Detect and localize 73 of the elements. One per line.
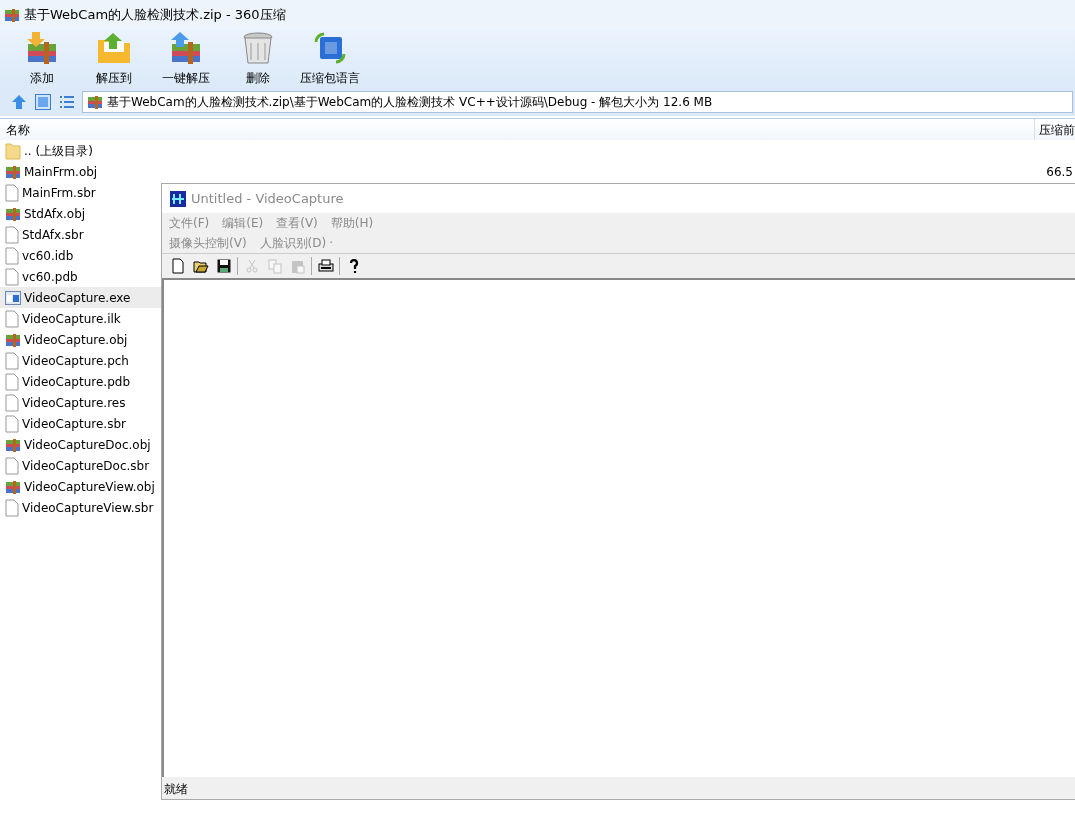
archive-icon (4, 7, 20, 23)
file-row[interactable]: VideoCapture.exe (0, 287, 161, 308)
file-row[interactable]: VideoCapture.pch (0, 350, 161, 371)
file-row[interactable]: VideoCapture.pdb (0, 371, 161, 392)
column-header[interactable]: 压缩前 (1034, 119, 1075, 140)
file-icon (5, 372, 19, 391)
address-field[interactable]: 基于WebCam的人脸检测技术.zip\基于WebCam的人脸检测技术 VC++设计源码\Debug - 解包大小为 12.6 MB (82, 91, 1073, 113)
file-icon (5, 183, 19, 202)
archive-icon (5, 163, 21, 180)
file-row[interactable]: VideoCaptureDoc.sbr (0, 455, 161, 476)
file-name: VideoCapture.obj (24, 331, 128, 349)
file-name: VideoCapture.pch (22, 352, 129, 370)
app-icon (170, 190, 186, 207)
file-row[interactable]: StdAfx.obj (0, 203, 161, 224)
file-name: VideoCapture.pdb (22, 373, 130, 391)
file-icon (5, 267, 19, 286)
toolbar-button[interactable]: 删除 (222, 30, 294, 87)
file-name: VideoCaptureView.obj (24, 478, 155, 496)
file-row[interactable]: VideoCaptureView.sbr (0, 497, 161, 518)
file-row[interactable]: MainFrm.sbr (0, 182, 161, 203)
file-size: 66.5 (1046, 163, 1074, 181)
toolbar-button[interactable]: 一键解压 (150, 30, 222, 87)
file-icon (5, 414, 19, 433)
archive-icon (5, 331, 21, 348)
file-row[interactable]: VideoCapture.res (0, 392, 161, 413)
file-name: vc60.idb (22, 247, 74, 265)
file-name: .. (上级目录) (24, 142, 93, 160)
folder-up-arrow-icon (96, 30, 132, 66)
file-name: StdAfx.obj (24, 205, 86, 223)
archive-icon (87, 94, 103, 110)
archive-icon (5, 436, 21, 453)
file-row[interactable]: VideoCapture.sbr (0, 413, 161, 434)
column-header[interactable]: 名称 (0, 120, 30, 139)
file-row[interactable]: VideoCapture.obj (0, 329, 161, 350)
file-name: StdAfx.sbr (22, 226, 84, 244)
file-name: VideoCaptureDoc.obj (24, 436, 151, 454)
toolbar-button[interactable]: 添加 (6, 30, 78, 87)
list-view-icon[interactable] (58, 93, 76, 111)
file-name: MainFrm.obj (24, 163, 98, 181)
file-icon (5, 246, 19, 265)
file-name: VideoCapture.sbr (22, 415, 126, 433)
archive-icon (5, 478, 21, 495)
file-row[interactable]: .. (上级目录) (0, 140, 161, 161)
large-icons-view-icon[interactable] (34, 93, 52, 111)
file-row[interactable]: StdAfx.sbr (0, 224, 161, 245)
file-row[interactable]: vc60.pdb (0, 266, 161, 287)
toolbar-button[interactable]: 压缩包语言 (294, 30, 366, 87)
toolbar-button[interactable]: 解压到 (78, 30, 150, 87)
file-icon (5, 309, 19, 328)
up-arrow-icon[interactable] (10, 93, 28, 111)
file-row[interactable]: MainFrm.obj 66.5 (0, 161, 1075, 182)
file-name: VideoCapture.res (22, 394, 126, 412)
file-name: VideoCapture.exe (24, 289, 131, 307)
file-name: VideoCaptureView.sbr (22, 499, 154, 517)
file-row[interactable]: vc60.idb (0, 245, 161, 266)
file-icon (5, 393, 19, 412)
file-icon (5, 351, 19, 370)
file-icon (5, 225, 19, 244)
file-icon (5, 456, 19, 475)
file-name: MainFrm.sbr (22, 184, 96, 202)
program-window-icon (5, 290, 21, 305)
folder-icon (5, 141, 21, 160)
file-icon (5, 498, 19, 517)
status-text: 就绪 (164, 781, 188, 798)
file-name: VideoCaptureDoc.sbr (22, 457, 150, 475)
file-name: VideoCapture.ilk (22, 310, 121, 328)
archive-icon (5, 205, 21, 222)
window-title: Untitled - VideoCapture (191, 189, 344, 208)
file-row[interactable]: VideoCaptureDoc.obj (0, 434, 161, 455)
file-name: vc60.pdb (22, 268, 78, 286)
file-row[interactable]: VideoCaptureView.obj (0, 476, 161, 497)
file-row[interactable]: VideoCapture.ilk (0, 308, 161, 329)
window-title: 基于WebCam的人脸检测技术.zip - 360压缩 (24, 6, 286, 25)
